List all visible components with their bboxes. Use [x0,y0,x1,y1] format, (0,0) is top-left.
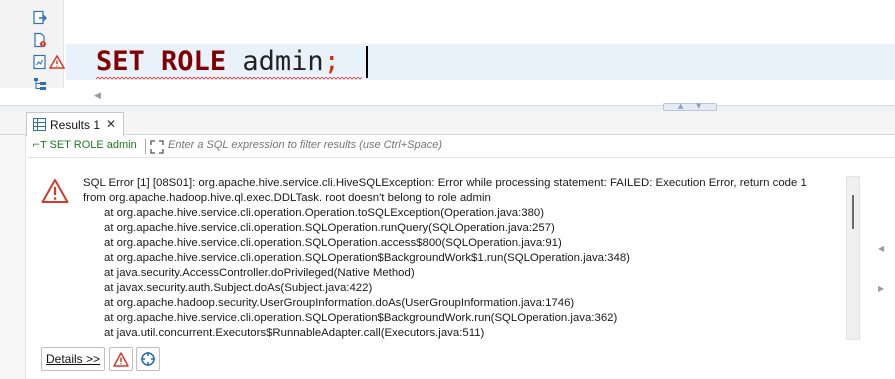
explain-plan-icon[interactable] [32,54,48,70]
structure-icon[interactable] [32,76,48,92]
filter-separator [145,139,146,154]
sql-statement-icon: ⌐T [32,139,47,151]
scrollbar-thumb[interactable] [852,195,854,229]
stack-trace-line: at org.apache.hive.service.cli.operation… [104,237,562,249]
keyword-set: SET [96,46,145,77]
details-button[interactable]: Details >> [41,347,105,371]
stack-trace-line: at java.util.concurrent.Executors$Runnab… [104,327,485,339]
details-button-label: Details >> [45,352,101,366]
error-warning-icon [41,179,69,203]
stack-trace-line: at org.apache.hive.service.cli.operation… [104,252,630,264]
statement-terminator: ; [323,46,340,77]
warning-icon [49,54,65,69]
text-caret [366,46,368,78]
expand-filter-icon[interactable] [149,139,165,155]
close-tab-icon[interactable]: ✕ [106,117,116,131]
scroll-left-icon[interactable]: ◀ [94,91,101,101]
sql-code-line[interactable]: SET ROLE admin; [96,43,340,81]
sql-editor[interactable]: SET ROLE admin; ◀ [0,0,895,106]
editor-gutter [0,0,65,90]
error-message[interactable]: SQL Error [1] [08S01]: org.apache.hive.s… [83,176,843,340]
warning-icon [113,352,129,367]
crosshair-icon [141,352,155,366]
export-data-icon[interactable] [32,10,48,26]
tab-label: Results 1 [50,117,101,132]
filter-bar: ⌐T SET ROLE admin [28,136,895,158]
splitter-handle[interactable]: ▲ ▼ [663,102,717,111]
search-error-online-button[interactable] [136,347,160,371]
grid-table-icon [33,118,46,131]
tab-results-1[interactable]: Results 1 ✕ [26,112,124,136]
results-tab-bar: Results 1 ✕ [0,111,895,136]
error-pane: SQL Error [1] [08S01]: org.apache.hive.s… [28,162,890,374]
expand-right-icon[interactable]: ▶ [878,284,884,293]
stack-trace-line: at org.apache.hadoop.security.UserGroupI… [104,297,575,309]
stack-trace-line: at org.apache.hive.service.cli.operation… [104,207,545,219]
stack-trace-line: at java.security.AccessController.doPriv… [104,267,415,279]
error-vertical-scrollbar[interactable] [846,176,860,340]
query-label-chip[interactable]: ⌐T SET ROLE admin [32,139,137,151]
show-error-log-button[interactable] [109,347,133,371]
error-headline-1: SQL Error [1] [08S01]: org.apache.hive.s… [83,177,807,189]
results-left-strip [0,111,26,379]
side-panel-toggle[interactable]: ◀ ▶ [877,244,887,304]
filter-input[interactable] [168,139,808,151]
editor-horizontal-scrollbar[interactable]: ◀ [64,88,895,104]
role-identifier: admin [242,46,324,77]
keyword-role: ROLE [161,46,227,77]
collapse-down-icon[interactable]: ▼ [696,102,701,110]
stack-trace-line: at org.apache.hive.service.cli.operation… [104,312,618,324]
error-underline [96,77,362,80]
collapse-up-icon[interactable]: ▲ [678,102,683,110]
expand-left-icon[interactable]: ◀ [878,244,884,253]
stack-trace-line: at org.apache.hive.service.cli.operation… [104,222,555,234]
query-label: SET ROLE admin [49,139,137,151]
script-file-icon[interactable] [32,32,48,48]
stack-trace-line: at javax.security.auth.Subject.doAs(Subj… [104,282,373,294]
error-headline-2: from org.apache.hadoop.hive.ql.exec.DDLT… [83,192,491,204]
